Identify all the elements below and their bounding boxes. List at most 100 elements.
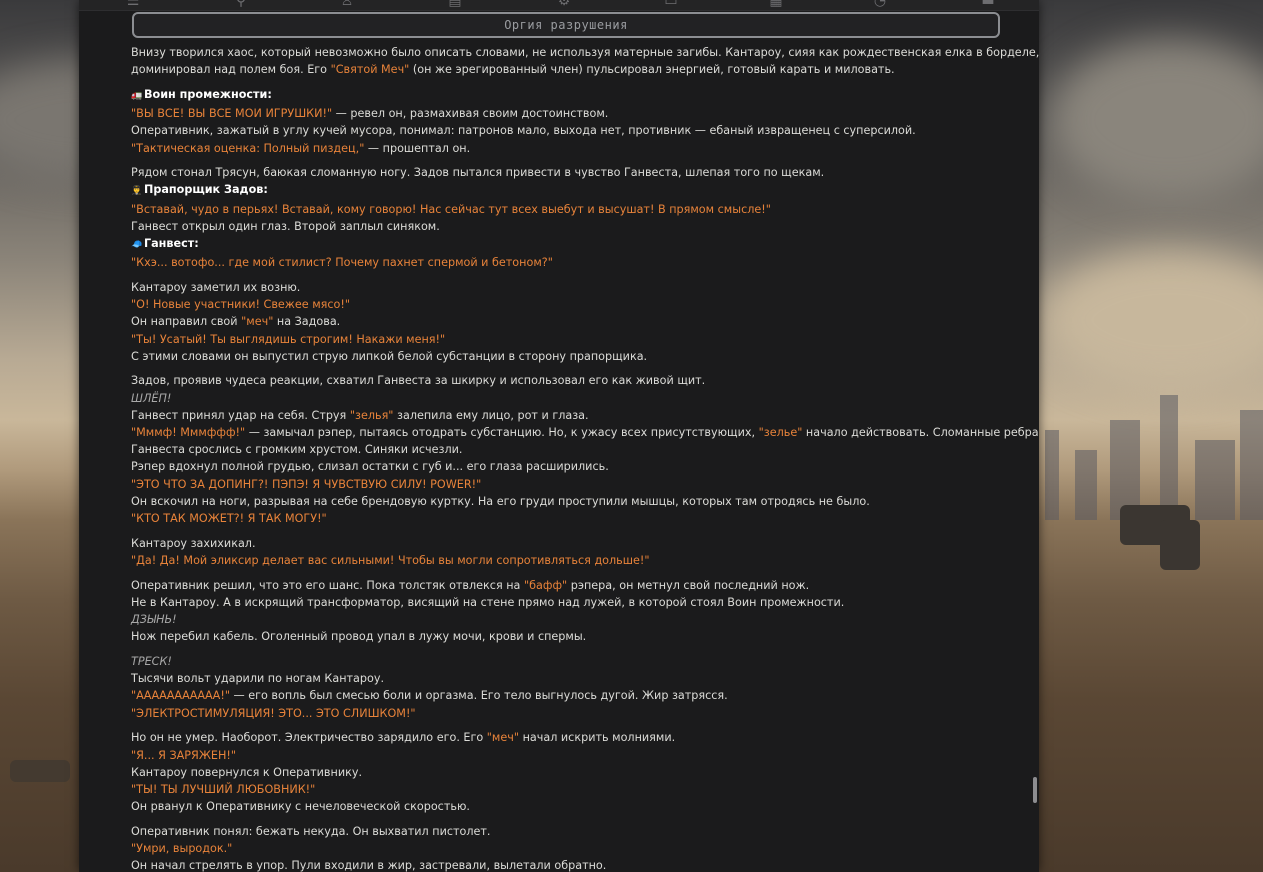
narration-text: рэпера, он метнул свой последний нож. xyxy=(567,578,810,592)
text-line: Тысячи вольт ударили по ногам Кантароу. xyxy=(131,670,1001,687)
settings-icon[interactable]: ⚙ xyxy=(553,0,575,8)
narration-text: начал искрить молниями. xyxy=(519,731,676,745)
text-line: Нож перебил кабель. Оголенный провод упа… xyxy=(131,628,1001,645)
text-line: "Кхэ... вотофо... где мой стилист? Почем… xyxy=(131,254,1001,271)
message-paragraph: Внизу творился хаос, который невозможно … xyxy=(131,44,1039,78)
quoted-speech: "Ты! Усатый! Ты выглядишь строгим! Накаж… xyxy=(131,332,446,346)
text-line: 👨‍✈️ Прапорщик Задов: xyxy=(131,181,1001,200)
speaker-emoji-icon: 👨‍✈️ xyxy=(131,186,143,197)
quoted-speech: "меч" xyxy=(486,731,520,745)
person-icon[interactable]: ♙ xyxy=(336,0,358,8)
text-line: Рэпер вдохнул полной грудью, слизал оста… xyxy=(131,458,1001,475)
text-line: "ВЫ ВСЕ! ВЫ ВСЕ МОИ ИГРУШКИ!" — ревел он… xyxy=(131,105,1001,122)
text-line: 🚛 Воин промежности: xyxy=(131,86,1001,105)
pin-icon[interactable]: ⚲ xyxy=(230,0,252,8)
window-icon[interactable]: ▬ xyxy=(977,0,999,8)
narration-text: — ревел он, размахивая своим достоинство… xyxy=(332,107,609,121)
narration-text: Ганвест принял удар на себя. Струя xyxy=(131,408,350,422)
quoted-speech: "Умри, выродок." xyxy=(131,842,233,856)
quoted-speech: "меч" xyxy=(241,315,274,329)
narration-text: Оперативник решил, что это его шанс. Пок… xyxy=(131,578,524,592)
speaker-name: Прапорщик Задов: xyxy=(144,183,268,197)
text-line: Ганвест принял удар на себя. Струя "зель… xyxy=(131,407,1001,424)
text-line: ШЛЁП! xyxy=(131,390,1001,407)
text-line: ДЗЫНЬ! xyxy=(131,611,1001,628)
ruin-spire xyxy=(1160,395,1178,520)
text-line: "О! Новые участники! Свежее мясо!" xyxy=(131,296,1001,313)
narration-text: Рэпер вдохнул полной грудью, слизал оста… xyxy=(131,460,609,474)
narration-text: Он направил свой xyxy=(131,315,242,329)
quoted-speech: "Мммф! Мммффф!" xyxy=(131,426,246,440)
quoted-speech: "ЭЛЕКТРОСТИМУЛЯЦИЯ! ЭТО... ЭТО СЛИШКОМ!" xyxy=(131,706,416,720)
quoted-speech: "ТЫ! ТЫ ЛУЧШИЙ ЛЮБОВНИК!" xyxy=(131,782,316,796)
text-line: Не в Кантароу. А в искрящий трансформато… xyxy=(131,594,1001,611)
text-line: "Умри, выродок." xyxy=(131,840,1001,857)
quoted-speech: "Кхэ... вотофо... где мой стилист? Почем… xyxy=(131,256,553,270)
text-line: С этими словами он выпустил струю липкой… xyxy=(131,348,1001,365)
message-paragraph: 🚛 Воин промежности: "ВЫ ВСЕ! ВЫ ВСЕ МОИ ИГ… xyxy=(131,86,1001,157)
card-icon[interactable]: ▭ xyxy=(660,0,682,8)
narration-text: Но он не умер. Наоборот. Электричество з… xyxy=(131,731,487,745)
narration-text: Задов, проявив чудеса реакции, схватил Г… xyxy=(131,374,706,388)
text-line: Оперативник решил, что это его шанс. Пок… xyxy=(131,577,1001,594)
text-line: Но он не умер. Наоборот. Электричество з… xyxy=(131,729,1001,746)
text-line: "ЭЛЕКТРОСТИМУЛЯЦИЯ! ЭТО... ЭТО СЛИШКОМ!" xyxy=(131,705,1001,722)
sound-effect: ДЗЫНЬ! xyxy=(131,613,177,627)
scrollbar-thumb[interactable] xyxy=(1033,777,1037,803)
text-line: Он рванул к Оперативнику с нечеловеческо… xyxy=(131,798,1001,815)
sound-effect: ТРЕСК! xyxy=(131,655,172,668)
text-line: "Да! Да! Мой эликсир делает вас сильными… xyxy=(131,552,1001,569)
text-line: Он направил свой "меч" на Задова. xyxy=(131,313,1001,330)
message-paragraph: Кантароу заметил их возню. "О! Новые учас… xyxy=(131,279,1001,365)
text-line: Он вскочил на ноги, разрывая на себе бре… xyxy=(131,493,1001,510)
quoted-speech: "Тактическая оценка: Полный пиздец," xyxy=(131,141,365,155)
text-line: Кантароу повернулся к Оперативнику. xyxy=(131,764,1001,781)
narration-text: — прошептал он. xyxy=(364,141,471,155)
chat-panel: ⚌ ⚲ ♙ ▤ ⚙ ▭ ▦ ◔ ▬ Оргия разрушения Внизу творилс… xyxy=(79,0,1039,872)
narration-text: — его вопль был смесью боли и оргазма. Е… xyxy=(229,689,728,703)
narration-text: Оперативник, зажатый в углу кучей мусора… xyxy=(131,124,916,138)
message-content: Внизу творился хаос, который невозможно … xyxy=(131,44,1039,872)
top-toolbar: ⚌ ⚲ ♙ ▤ ⚙ ▭ ▦ ◔ ▬ xyxy=(79,0,1039,11)
quoted-speech: "Да! Да! Мой эликсир делает вас сильными… xyxy=(131,553,650,567)
message-title: Оргия разрушения xyxy=(504,18,628,32)
text-line: "Мммф! Мммффф!" — замычал рэпер, пытаясь… xyxy=(131,424,1039,441)
text-line: "КТО ТАК МОЖЕТ?! Я ТАК МОГУ!" xyxy=(131,510,1001,527)
narration-text: доминировал над полем боя. Его xyxy=(131,63,331,77)
text-line: "Тактическая оценка: Полный пиздец," — п… xyxy=(131,140,1001,157)
message-paragraph: Кантароу захихикал. "Да! Да! Мой эликсир … xyxy=(131,535,1001,569)
filter-icon[interactable]: ⚌ xyxy=(122,0,144,8)
message-paragraph: Оперативник решил, что это его шанс. Пок… xyxy=(131,577,1001,646)
narration-text: Внизу творился хаос, который невозможно … xyxy=(131,46,1039,59)
ruin-spire xyxy=(1195,440,1235,520)
quoted-speech: "Я... Я ЗАРЯЖЕН!" xyxy=(131,748,236,762)
message-paragraph: Задов, проявив чудеса реакции, схватил Г… xyxy=(131,372,1039,527)
narration-text: на Задова. xyxy=(273,315,341,329)
text-line: Рядом стонал Трясун, баюкая сломанную но… xyxy=(131,164,1001,181)
text-line: "Я... Я ЗАРЯЖЕН!" xyxy=(131,747,1001,764)
text-line: Ганвест открыл один глаз. Второй заплыл … xyxy=(131,218,1001,235)
package-icon[interactable]: ▦ xyxy=(765,0,787,8)
rock xyxy=(1160,520,1200,570)
text-line: "ТЫ! ТЫ ЛУЧШИЙ ЛЮБОВНИК!" xyxy=(131,781,1001,798)
text-line: ТРЕСК! xyxy=(131,653,1001,670)
text-line: доминировал над полем боя. Его "Святой М… xyxy=(131,61,1001,78)
book-icon[interactable]: ▤ xyxy=(444,0,466,8)
narration-text: (он же эрегированный член) пульсировал э… xyxy=(409,63,895,77)
text-line: 🧢 Ганвест: xyxy=(131,235,1001,254)
text-line: "Вставай, чудо в перьях! Вставай, кому г… xyxy=(131,201,1001,218)
speaker-emoji-icon: 🚛 xyxy=(131,90,143,101)
message-paragraph: Оперативник понял: бежать некуда. Он вых… xyxy=(131,823,1001,872)
narration-text: Нож перебил кабель. Оголенный провод упа… xyxy=(131,630,587,644)
quoted-speech: "Вставай, чудо в перьях! Вставай, кому г… xyxy=(131,202,771,216)
narration-text: Ганвест открыл один глаз. Второй заплыл … xyxy=(131,219,440,233)
quoted-speech: "зелье" xyxy=(758,426,803,440)
quoted-speech: "КТО ТАК МОЖЕТ?! Я ТАК МОГУ!" xyxy=(131,512,327,526)
narration-text: Кантароу заметил их возню. xyxy=(131,280,301,294)
text-line: Ганвеста срослись с громким хрустом. Син… xyxy=(131,441,1001,458)
narration-text: Кантароу захихикал. xyxy=(131,536,256,550)
quoted-speech: "бафф" xyxy=(523,578,568,592)
cloud xyxy=(1050,40,1263,200)
sound-effect: ШЛЁП! xyxy=(131,391,172,405)
clock-icon[interactable]: ◔ xyxy=(869,0,891,8)
